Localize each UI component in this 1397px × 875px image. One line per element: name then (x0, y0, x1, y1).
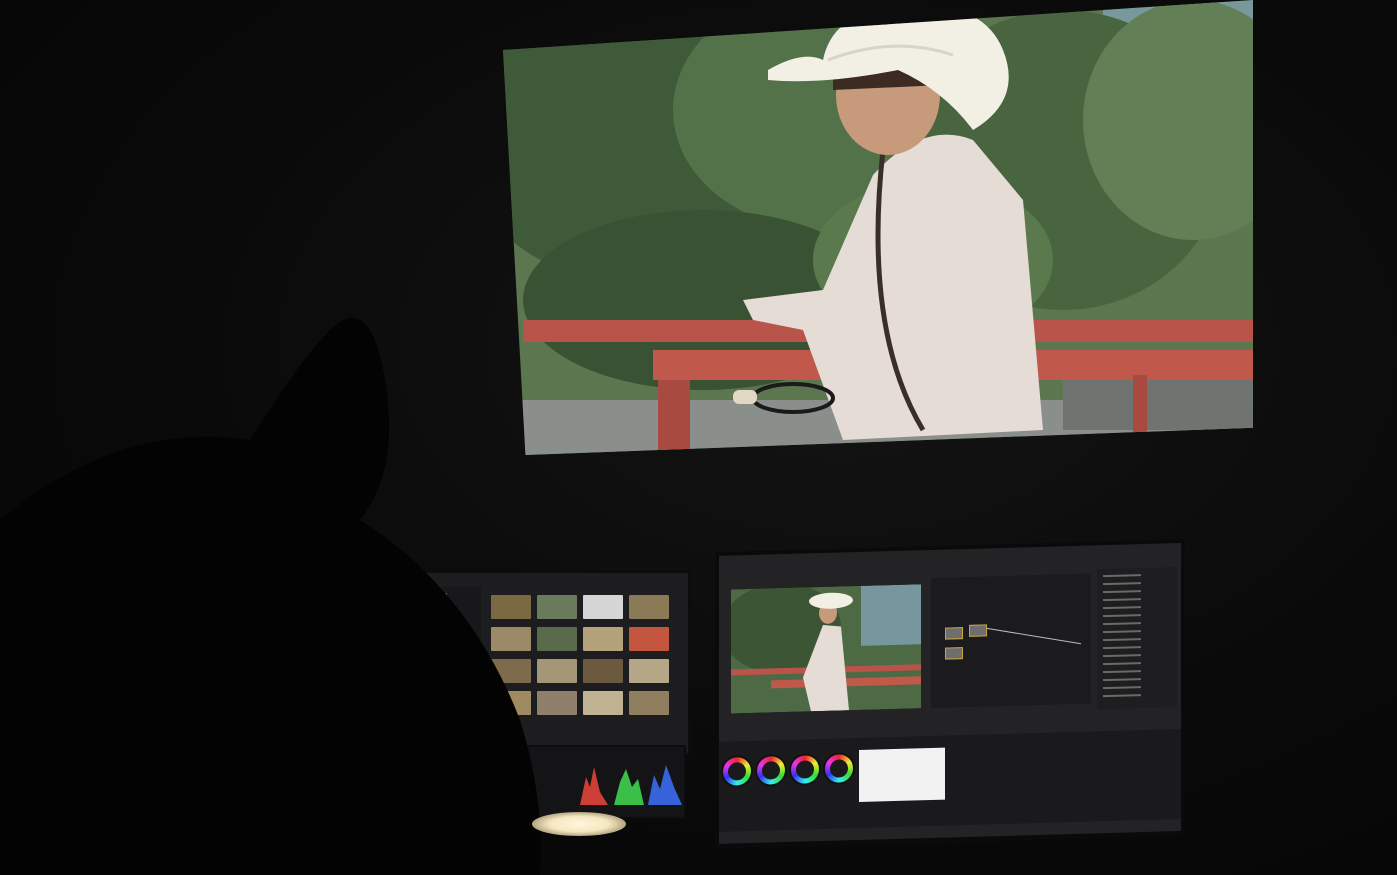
desk-lamp-icon (532, 812, 626, 836)
colorist-silhouette (0, 317, 541, 875)
